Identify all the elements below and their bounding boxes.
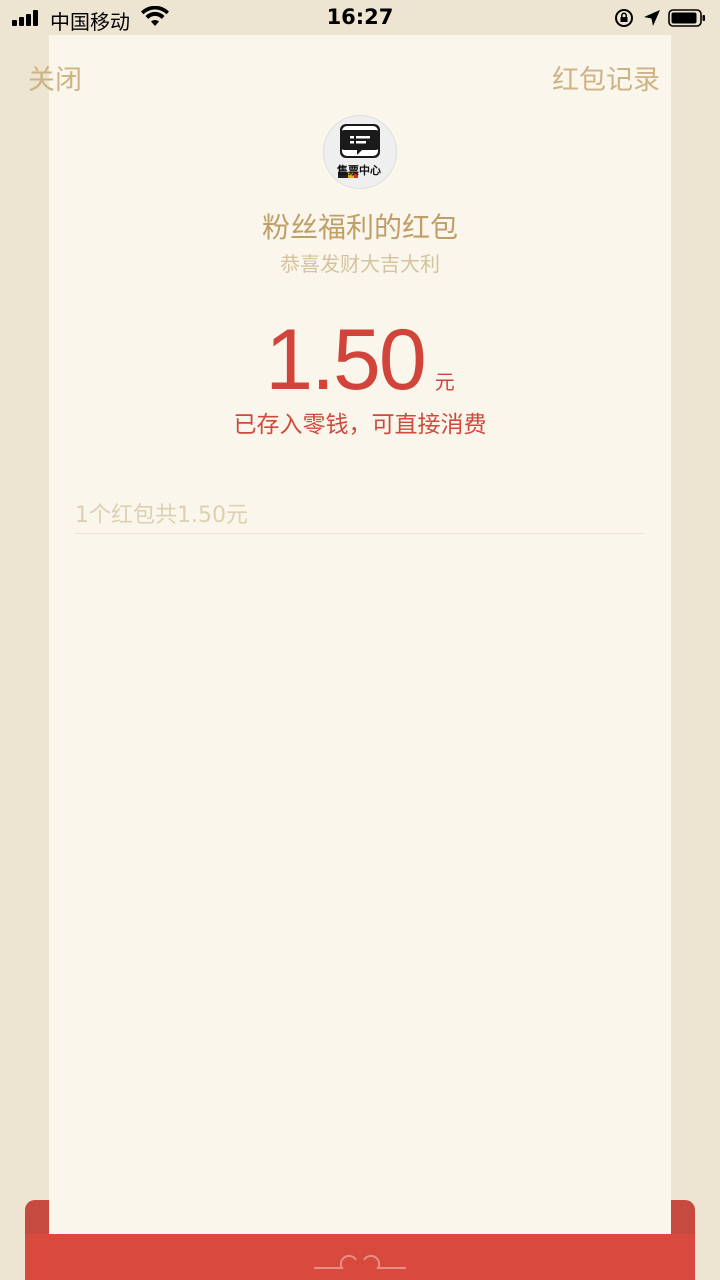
amount-value: 1.50 — [265, 312, 426, 408]
cloud-ornament-icon — [314, 1254, 406, 1269]
amount-unit: 元 — [434, 370, 455, 394]
close-button[interactable]: 关闭 — [28, 58, 82, 97]
amount-row: 1.50 元 — [49, 311, 671, 410]
avatar-caption: 售票中心 — [337, 164, 381, 177]
card-bottom-edge — [49, 1200, 671, 1235]
status-time: 16:27 — [326, 5, 394, 29]
location-arrow-icon — [644, 10, 660, 26]
rotation-lock-icon — [615, 9, 633, 27]
status-bar: 中国移动 16:27 — [0, 0, 720, 36]
red-packet-records-link[interactable]: 红包记录 — [552, 58, 660, 97]
red-packet-detail-card: 售票中心 粉丝福利的红包 恭喜发财大吉大利 1.50 元 已存入零钱，可直接消费 … — [49, 35, 671, 1235]
divider — [75, 533, 644, 534]
stored-in-change-message: 已存入零钱，可直接消费 — [233, 412, 487, 438]
red-packet-greeting: 恭喜发财大吉大利 — [280, 252, 440, 276]
packet-summary: 1个红包共1.50元 — [75, 503, 248, 528]
battery-icon — [668, 9, 705, 27]
red-packet-title: 粉丝福利的红包 — [261, 211, 458, 244]
